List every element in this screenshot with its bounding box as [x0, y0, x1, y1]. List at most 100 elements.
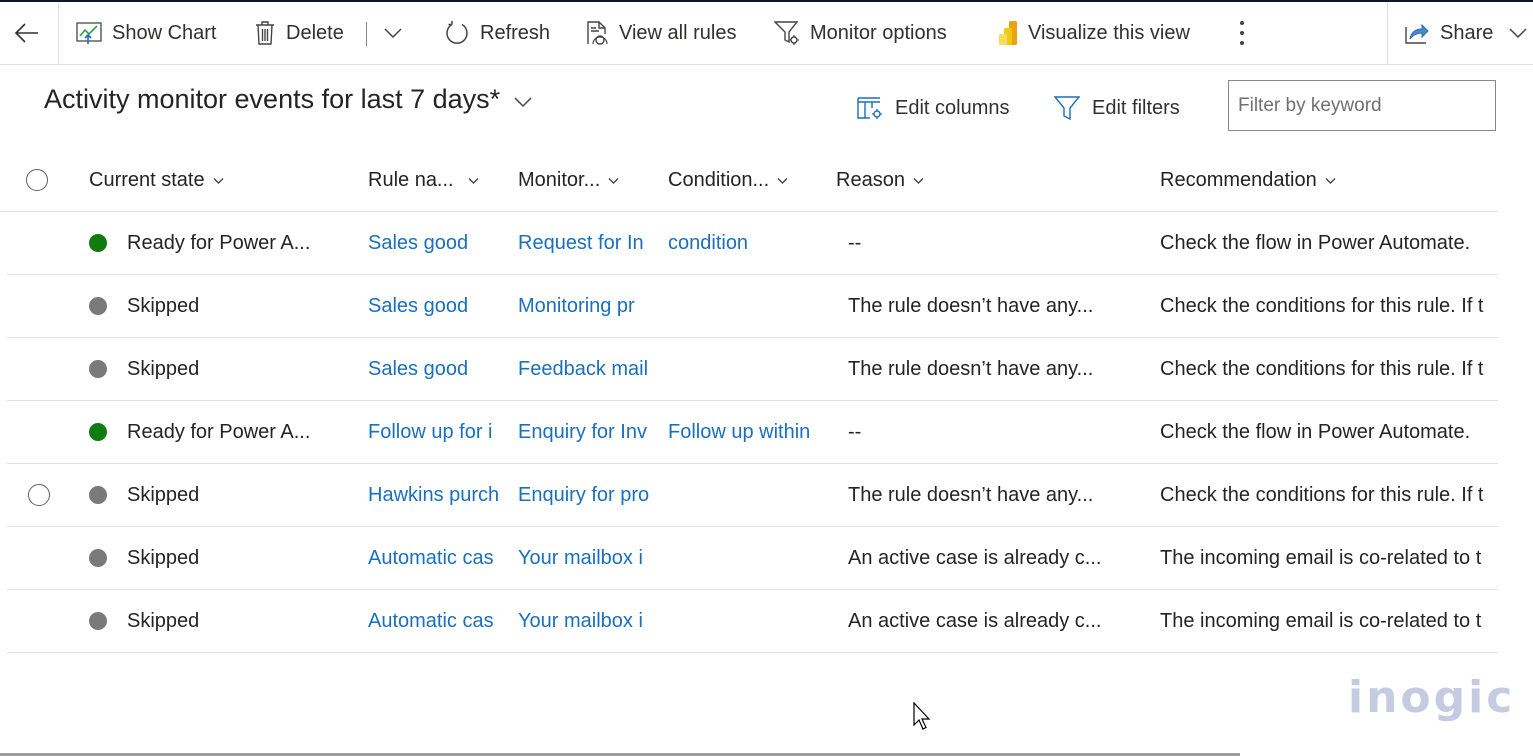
status-dot-icon [89, 360, 107, 378]
monitor-link-text[interactable]: Your mailbox i [518, 547, 643, 570]
divider [58, 2, 59, 64]
row-select-checkbox[interactable] [28, 484, 50, 506]
monitor-link[interactable]: Your mailbox i [518, 590, 649, 652]
filter-keyword-input[interactable] [1228, 80, 1496, 131]
column-header-recommendation[interactable]: Recommendation [1160, 150, 1336, 211]
monitor-options-button[interactable]: Monitor options [774, 2, 947, 64]
condition-link[interactable]: condition [668, 212, 818, 274]
grid-header: Current state Rule na... Monitor... Cond… [0, 150, 1498, 212]
monitor-link-text[interactable]: Monitoring pr [518, 295, 635, 318]
condition-link[interactable] [668, 527, 818, 589]
rule-name-link-text[interactable]: Follow up for i [368, 421, 493, 444]
chevron-down-icon [514, 96, 532, 107]
monitor-link[interactable]: Enquiry for pro [518, 464, 649, 526]
rule-name-link[interactable]: Automatic cas [368, 590, 499, 652]
command-bar: Show Chart Delete Refresh View all rules… [0, 2, 1533, 65]
status-dot-icon [89, 549, 107, 567]
column-header-current-state[interactable]: Current state [89, 150, 224, 211]
monitor-link-text[interactable]: Feedback mail [518, 358, 648, 381]
rule-name-link-text[interactable]: Hawkins purch [368, 484, 499, 507]
column-header-rule-name[interactable]: Rule na... [368, 150, 479, 211]
table-row[interactable]: Ready for Power A... Sales good Request fo… [7, 212, 1498, 275]
condition-link[interactable] [668, 464, 818, 526]
column-header-monitor[interactable]: Monitor... [518, 150, 619, 211]
rule-name-link[interactable]: Hawkins purch [368, 464, 499, 526]
monitor-link[interactable]: Your mailbox i [518, 527, 649, 589]
filter-settings-icon [774, 21, 799, 45]
status-dot-icon [89, 234, 107, 252]
delete-more-dropdown[interactable] [384, 2, 402, 64]
rule-name-link[interactable]: Sales good [368, 275, 499, 337]
rule-name-link-text[interactable]: Sales good [368, 358, 468, 381]
column-header-label: Recommendation [1160, 169, 1317, 191]
monitor-options-label: Monitor options [810, 21, 947, 44]
condition-link[interactable] [668, 275, 818, 337]
rule-name-link[interactable]: Follow up for i [368, 401, 499, 463]
rule-name-link[interactable]: Sales good [368, 212, 499, 274]
table-row[interactable]: Skipped Hawkins purch Enquiry for pro The r… [7, 464, 1498, 527]
share-button[interactable]: Share [1404, 2, 1527, 64]
monitor-link[interactable]: Monitoring pr [518, 275, 649, 337]
rule-name-link-text[interactable]: Automatic cas [368, 610, 494, 633]
show-chart-button[interactable]: Show Chart [76, 2, 217, 64]
status-dot-icon [89, 486, 107, 504]
chevron-down-icon [777, 177, 788, 184]
reason-cell-text: The rule doesn’t have any... [848, 294, 1094, 317]
mouse-cursor-icon [913, 702, 931, 730]
delete-button[interactable]: Delete [254, 2, 344, 64]
rule-name-link-text[interactable]: Sales good [368, 295, 468, 318]
condition-link[interactable]: Follow up within [668, 401, 818, 463]
status-dot-icon [89, 612, 107, 630]
current-state-cell: Ready for Power A... [89, 212, 329, 274]
column-header-reason[interactable]: Reason [836, 150, 924, 211]
recommendation-cell-text: Check the flow in Power Automate. [1160, 231, 1471, 254]
current-state-text: Ready for Power A... [127, 420, 311, 443]
monitor-link[interactable]: Enquiry for Inv [518, 401, 649, 463]
column-header-label: Rule na... [368, 169, 454, 191]
condition-link-text[interactable]: Follow up within [668, 421, 810, 444]
chevron-down-icon [384, 28, 402, 39]
table-row[interactable]: Skipped Sales good Monitoring pr The rule d… [7, 275, 1498, 338]
monitor-link-text[interactable]: Your mailbox i [518, 610, 643, 633]
reason-cell-text: -- [848, 420, 862, 443]
reason-cell-text: An active case is already c... [848, 609, 1102, 632]
refresh-label: Refresh [480, 21, 551, 44]
monitor-link-text[interactable]: Enquiry for pro [518, 484, 649, 507]
visualize-view-button[interactable]: Visualize this view [998, 2, 1190, 64]
chevron-down-icon [1509, 28, 1527, 39]
inogic-watermark-logo: inogic [1348, 672, 1516, 723]
chart-icon [76, 22, 102, 44]
refresh-button[interactable]: Refresh [444, 2, 550, 64]
rule-name-link[interactable]: Automatic cas [368, 527, 499, 589]
rule-name-link-text[interactable]: Automatic cas [368, 547, 494, 570]
view-all-rules-button[interactable]: View all rules [585, 2, 736, 64]
table-row[interactable]: Skipped Automatic cas Your mailbox i An act… [7, 527, 1498, 590]
monitor-link-text[interactable]: Request for In [518, 232, 644, 255]
arrow-left-icon [14, 23, 38, 43]
monitor-link[interactable]: Feedback mail [518, 338, 649, 400]
rule-name-link[interactable]: Sales good [368, 338, 499, 400]
recommendation-cell-text: Check the conditions for this rule. If t [1160, 294, 1484, 317]
current-state-cell: Skipped [89, 275, 329, 337]
rule-name-link-text[interactable]: Sales good [368, 232, 468, 255]
reason-cell-text: The rule doesn’t have any... [848, 357, 1094, 380]
view-selector[interactable]: Activity monitor events for last 7 days* [44, 84, 532, 115]
monitor-link-text[interactable]: Enquiry for Inv [518, 421, 647, 444]
condition-link[interactable] [668, 590, 818, 652]
recommendation-cell-text: Check the conditions for this rule. If t [1160, 483, 1484, 506]
table-row[interactable]: Skipped Sales good Feedback mail The rule d… [7, 338, 1498, 401]
more-commands-button[interactable] [1238, 2, 1246, 64]
column-header-condition[interactable]: Condition... [668, 150, 788, 211]
monitor-link[interactable]: Request for In [518, 212, 649, 274]
status-dot-icon [89, 423, 107, 441]
table-row[interactable]: Ready for Power A... Follow up for i Enqui… [7, 401, 1498, 464]
edit-columns-button[interactable]: Edit columns [857, 90, 1010, 126]
condition-link-text[interactable]: condition [668, 232, 748, 255]
back-button[interactable] [14, 2, 40, 64]
recommendation-cell: Check the conditions for this rule. If t [1160, 275, 1498, 337]
current-state-cell: Skipped [89, 590, 329, 652]
edit-filters-button[interactable]: Edit filters [1054, 90, 1180, 126]
condition-link[interactable] [668, 338, 818, 400]
table-row[interactable]: Skipped Automatic cas Your mailbox i An act… [7, 590, 1498, 653]
select-all-checkbox[interactable] [26, 169, 48, 191]
